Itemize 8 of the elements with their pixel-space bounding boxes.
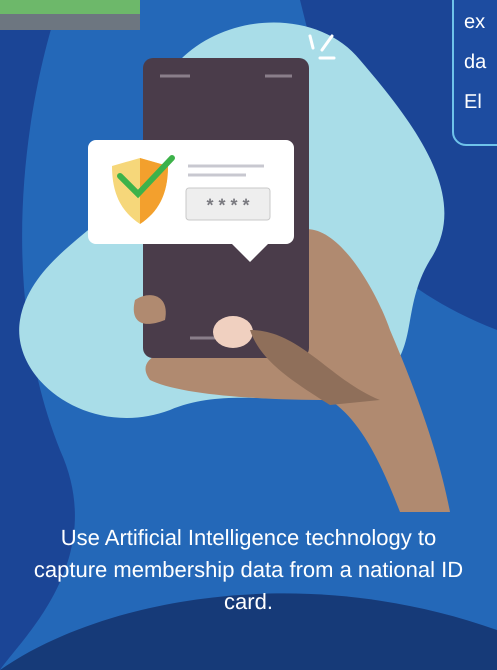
shield-check-icon [112,155,175,224]
caption-text: Use Artificial Intelligence technology to capture membership data from a national ID card. [32,524,464,616]
info-text: ex [464,10,486,35]
text-lines-icon [188,164,264,176]
info-text: da [464,50,488,75]
info-text: El [464,90,483,115]
sparkle-icon [308,34,336,60]
password-mask: * * * * [206,195,250,215]
